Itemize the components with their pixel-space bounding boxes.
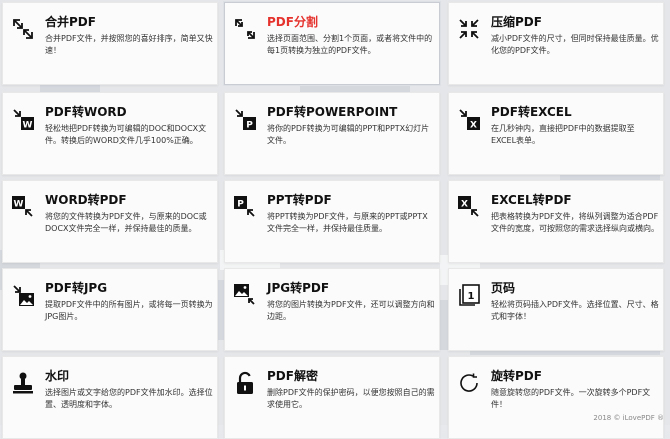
tool-description: 选择图片或文字给您的PDF文件加水印。选择位置、透明度和字体。 [45, 388, 213, 409]
tool-description: 将你的PDF转换为可编辑的PPT和PPTX幻灯片文件。 [267, 124, 430, 145]
tool-card-merge[interactable]: 合并PDF 合并PDF文件，并按照您的喜好排序，简单又快速！ [2, 2, 218, 85]
tool-title: 页码 [491, 281, 516, 295]
tool-title: JPG转PDF [267, 281, 330, 295]
tool-description: 将您的文件转换为PDF文件，与原来的DOC或DOCX文件完全一样，并保持最佳的质… [45, 212, 207, 233]
svg-text:W: W [23, 121, 33, 131]
tool-title: PDF解密 [267, 369, 318, 383]
tool-description: 删除PDF文件的保护密码，以便您按照自己的需求使用它。 [267, 388, 435, 409]
tool-description: 轻松地把PDF转换为可编辑的DOC和DOCX文件。转换后的WORD文件几乎100… [45, 124, 207, 145]
tool-title: 水印 [45, 369, 70, 383]
tool-card-pdf-to-word[interactable]: W PDF转WORD 轻松地把PDF转换为可编辑的DOC和DOCX文件。转换后的WO… [2, 92, 218, 175]
tool-card-unlock[interactable]: PDF解密删除PDF文件的保护密码，以便您按照自己的需求使用它。 [224, 356, 440, 439]
tool-description: 提取PDF文件中的所有图片，或将每一页转换为JPG图片。 [45, 300, 213, 321]
tool-description: 将您的图片转换为PDF文件，还可以调整方向和边距。 [267, 300, 435, 321]
tool-card-pdf-to-jpg[interactable]: PDF转JPG 提取PDF文件中的所有图片，或将每一页转换为JPG图片。 [2, 268, 218, 351]
ppt-to-pdf-icon: P [233, 195, 257, 219]
word-to-pdf-icon: W [11, 195, 35, 219]
unlock-icon [233, 371, 257, 395]
tool-title: 合并PDF [45, 15, 96, 29]
tool-card-ppt-to-pdf[interactable]: P PPT转PDF 将PPT转换为PDF文件，与原来的PPT或PPTX文件完全一样，… [224, 180, 440, 263]
svg-text:P: P [246, 121, 253, 131]
tool-title: EXCEL转PDF [491, 193, 572, 207]
pdf-to-powerpoint-icon: P [233, 107, 257, 131]
tool-card-pdf-to-excel[interactable]: X PDF转EXCEL 在几秒钟内，直接把PDF中的数据提取至EXCEL表单。 [448, 92, 664, 175]
tool-description: 随意旋转您的PDF文件。一次旋转多个PDF文件！ [491, 388, 651, 409]
tool-title: PPT转PDF [267, 193, 332, 207]
tool-card-jpg-to-pdf[interactable]: JPG转PDF 将您的图片转换为PDF文件，还可以调整方向和边距。 [224, 268, 440, 351]
compress-icon [457, 17, 481, 41]
tool-description: 减小PDF文件的尺寸，但同时保持最佳质量。优化您的PDF文件。 [491, 34, 659, 55]
tool-title: WORD转PDF [45, 193, 127, 207]
tool-card-compress[interactable]: 压缩PDF 减小PDF文件的尺寸，但同时保持最佳质量。优化您的PDF文件。 [448, 2, 664, 85]
tool-title: 压缩PDF [491, 15, 542, 29]
tool-title: PDF转EXCEL [491, 105, 572, 119]
watermark-stamp-icon [11, 371, 35, 395]
svg-text:P: P [237, 200, 244, 210]
svg-text:1: 1 [468, 291, 475, 302]
tool-card-rotate[interactable]: 旋转PDF 随意旋转您的PDF文件。一次旋转多个PDF文件！ [448, 356, 664, 439]
svg-text:W: W [14, 200, 24, 210]
pdf-to-excel-icon: X [457, 107, 481, 131]
tool-title: PDF转JPG [45, 281, 108, 295]
svg-text:X: X [461, 200, 468, 210]
pdf-to-word-icon: W [11, 107, 35, 131]
tool-card-watermark-stamp[interactable]: 水印选择图片或文字给您的PDF文件加水印。选择位置、透明度和字体。 [2, 356, 218, 439]
page-numbers-icon: 1 [457, 283, 481, 307]
tool-description: 轻松将页码插入PDF文件。选择位置、尺寸、格式和字体！ [491, 300, 659, 321]
tool-title: PDF转POWERPOINT [267, 105, 398, 119]
copyright-text: 2018 © iLovePDF ® [593, 414, 664, 422]
rotate-icon [457, 371, 481, 395]
tool-description: 合并PDF文件，并按照您的喜好排序，简单又快速！ [45, 34, 213, 55]
svg-text:X: X [470, 121, 477, 131]
tool-title: 旋转PDF [491, 369, 542, 383]
tool-card-pdf-to-powerpoint[interactable]: P PDF转POWERPOINT 将你的PDF转换为可编辑的PPT和PPTX幻灯片文… [224, 92, 440, 175]
split-icon [233, 17, 257, 41]
jpg-to-pdf-icon [233, 283, 257, 307]
tool-description: 把表格转换为PDF文件，将纵列调整为适合PDF文件的宽度，可按照您的需求选择纵向… [491, 212, 659, 233]
tool-card-excel-to-pdf[interactable]: X EXCEL转PDF 把表格转换为PDF文件，将纵列调整为适合PDF文件的宽度，可… [448, 180, 664, 263]
tool-title: PDF转WORD [45, 105, 127, 119]
tool-title: PDF分割 [267, 15, 318, 29]
tool-description: 选择页面范围、分割1个页面，或者将文件中的每1页转换为独立的PDF文件。 [267, 34, 433, 55]
tool-card-split[interactable]: PDF分割选择页面范围、分割1个页面，或者将文件中的每1页转换为独立的PDF文件… [224, 2, 440, 85]
tool-description: 将PPT转换为PDF文件，与原来的PPT或PPTX文件完全一样，并保持最佳质量。 [267, 212, 428, 233]
tool-card-word-to-pdf[interactable]: W WORD转PDF 将您的文件转换为PDF文件，与原来的DOC或DOCX文件完全一… [2, 180, 218, 263]
excel-to-pdf-icon: X [457, 195, 481, 219]
tool-card-page-numbers[interactable]: 1 页码轻松将页码插入PDF文件。选择位置、尺寸、格式和字体！ [448, 268, 664, 351]
merge-icon [11, 17, 35, 41]
tool-description: 在几秒钟内，直接把PDF中的数据提取至EXCEL表单。 [491, 124, 635, 145]
pdf-to-jpg-icon [11, 283, 35, 307]
